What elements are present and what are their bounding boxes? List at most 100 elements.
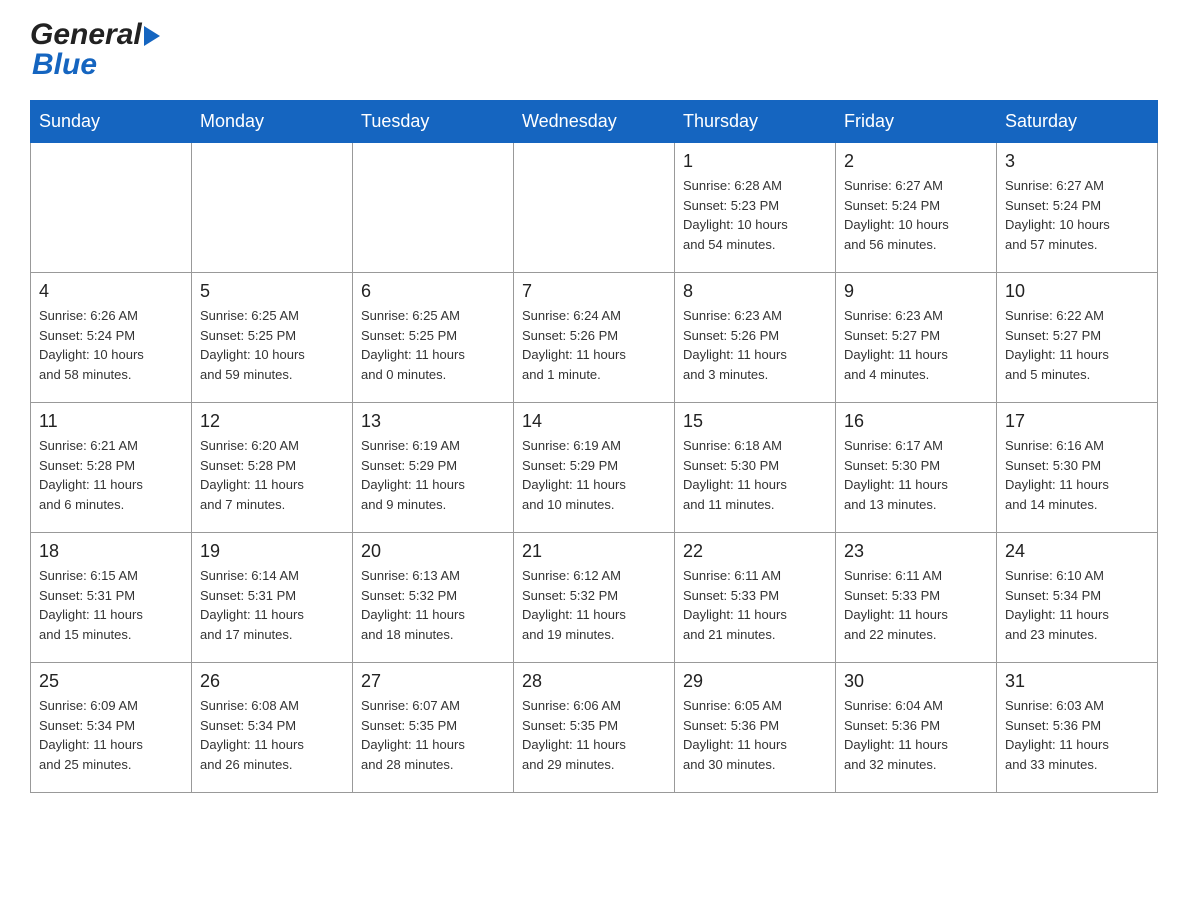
day-info: Sunrise: 6:23 AM Sunset: 5:27 PM Dayligh… — [844, 306, 988, 384]
day-info: Sunrise: 6:27 AM Sunset: 5:24 PM Dayligh… — [844, 176, 988, 254]
calendar-week-row: 11 Sunrise: 6:21 AM Sunset: 5:28 PM Dayli… — [31, 403, 1158, 533]
day-number: 18 — [39, 541, 183, 562]
calendar-cell: 5 Sunrise: 6:25 AM Sunset: 5:25 PM Daylig… — [192, 273, 353, 403]
day-number: 4 — [39, 281, 183, 302]
day-info: Sunrise: 6:12 AM Sunset: 5:32 PM Dayligh… — [522, 566, 666, 644]
day-number: 7 — [522, 281, 666, 302]
calendar-cell: 11 Sunrise: 6:21 AM Sunset: 5:28 PM Dayli… — [31, 403, 192, 533]
logo-blue-text: Blue — [32, 50, 160, 80]
day-number: 19 — [200, 541, 344, 562]
day-number: 16 — [844, 411, 988, 432]
column-header-wednesday: Wednesday — [514, 101, 675, 143]
day-info: Sunrise: 6:17 AM Sunset: 5:30 PM Dayligh… — [844, 436, 988, 514]
day-number: 31 — [1005, 671, 1149, 692]
day-info: Sunrise: 6:03 AM Sunset: 5:36 PM Dayligh… — [1005, 696, 1149, 774]
day-info: Sunrise: 6:28 AM Sunset: 5:23 PM Dayligh… — [683, 176, 827, 254]
day-number: 23 — [844, 541, 988, 562]
day-number: 13 — [361, 411, 505, 432]
day-info: Sunrise: 6:09 AM Sunset: 5:34 PM Dayligh… — [39, 696, 183, 774]
calendar-cell: 26 Sunrise: 6:08 AM Sunset: 5:34 PM Dayli… — [192, 663, 353, 793]
column-header-friday: Friday — [836, 101, 997, 143]
calendar-cell: 10 Sunrise: 6:22 AM Sunset: 5:27 PM Dayli… — [997, 273, 1158, 403]
calendar-cell: 29 Sunrise: 6:05 AM Sunset: 5:36 PM Dayli… — [675, 663, 836, 793]
day-info: Sunrise: 6:06 AM Sunset: 5:35 PM Dayligh… — [522, 696, 666, 774]
day-info: Sunrise: 6:15 AM Sunset: 5:31 PM Dayligh… — [39, 566, 183, 644]
calendar-cell — [192, 143, 353, 273]
day-info: Sunrise: 6:25 AM Sunset: 5:25 PM Dayligh… — [200, 306, 344, 384]
calendar-header-row: SundayMondayTuesdayWednesdayThursdayFrid… — [31, 101, 1158, 143]
day-info: Sunrise: 6:10 AM Sunset: 5:34 PM Dayligh… — [1005, 566, 1149, 644]
column-header-thursday: Thursday — [675, 101, 836, 143]
day-number: 14 — [522, 411, 666, 432]
calendar-cell: 20 Sunrise: 6:13 AM Sunset: 5:32 PM Dayli… — [353, 533, 514, 663]
calendar-cell: 16 Sunrise: 6:17 AM Sunset: 5:30 PM Dayli… — [836, 403, 997, 533]
day-number: 26 — [200, 671, 344, 692]
calendar-cell: 23 Sunrise: 6:11 AM Sunset: 5:33 PM Dayli… — [836, 533, 997, 663]
day-info: Sunrise: 6:08 AM Sunset: 5:34 PM Dayligh… — [200, 696, 344, 774]
column-header-tuesday: Tuesday — [353, 101, 514, 143]
day-info: Sunrise: 6:23 AM Sunset: 5:26 PM Dayligh… — [683, 306, 827, 384]
day-info: Sunrise: 6:24 AM Sunset: 5:26 PM Dayligh… — [522, 306, 666, 384]
day-info: Sunrise: 6:19 AM Sunset: 5:29 PM Dayligh… — [522, 436, 666, 514]
calendar-week-row: 18 Sunrise: 6:15 AM Sunset: 5:31 PM Dayli… — [31, 533, 1158, 663]
column-header-monday: Monday — [192, 101, 353, 143]
day-number: 9 — [844, 281, 988, 302]
day-number: 3 — [1005, 151, 1149, 172]
calendar-cell — [353, 143, 514, 273]
calendar-cell: 13 Sunrise: 6:19 AM Sunset: 5:29 PM Dayli… — [353, 403, 514, 533]
day-info: Sunrise: 6:27 AM Sunset: 5:24 PM Dayligh… — [1005, 176, 1149, 254]
calendar-cell: 31 Sunrise: 6:03 AM Sunset: 5:36 PM Dayli… — [997, 663, 1158, 793]
calendar-table: SundayMondayTuesdayWednesdayThursdayFrid… — [30, 100, 1158, 793]
day-info: Sunrise: 6:16 AM Sunset: 5:30 PM Dayligh… — [1005, 436, 1149, 514]
day-info: Sunrise: 6:11 AM Sunset: 5:33 PM Dayligh… — [683, 566, 827, 644]
calendar-cell: 4 Sunrise: 6:26 AM Sunset: 5:24 PM Daylig… — [31, 273, 192, 403]
calendar-cell: 19 Sunrise: 6:14 AM Sunset: 5:31 PM Dayli… — [192, 533, 353, 663]
day-info: Sunrise: 6:26 AM Sunset: 5:24 PM Dayligh… — [39, 306, 183, 384]
calendar-cell: 27 Sunrise: 6:07 AM Sunset: 5:35 PM Dayli… — [353, 663, 514, 793]
page-header: General Blue — [30, 20, 1158, 80]
calendar-cell: 30 Sunrise: 6:04 AM Sunset: 5:36 PM Dayli… — [836, 663, 997, 793]
day-info: Sunrise: 6:21 AM Sunset: 5:28 PM Dayligh… — [39, 436, 183, 514]
day-number: 1 — [683, 151, 827, 172]
calendar-cell — [31, 143, 192, 273]
day-number: 10 — [1005, 281, 1149, 302]
calendar-cell: 17 Sunrise: 6:16 AM Sunset: 5:30 PM Dayli… — [997, 403, 1158, 533]
logo-arrow-icon — [144, 26, 160, 46]
day-number: 21 — [522, 541, 666, 562]
calendar-cell: 28 Sunrise: 6:06 AM Sunset: 5:35 PM Dayli… — [514, 663, 675, 793]
day-info: Sunrise: 6:19 AM Sunset: 5:29 PM Dayligh… — [361, 436, 505, 514]
day-number: 5 — [200, 281, 344, 302]
day-number: 11 — [39, 411, 183, 432]
day-info: Sunrise: 6:11 AM Sunset: 5:33 PM Dayligh… — [844, 566, 988, 644]
calendar-cell: 22 Sunrise: 6:11 AM Sunset: 5:33 PM Dayli… — [675, 533, 836, 663]
day-info: Sunrise: 6:04 AM Sunset: 5:36 PM Dayligh… — [844, 696, 988, 774]
day-number: 29 — [683, 671, 827, 692]
day-number: 20 — [361, 541, 505, 562]
calendar-cell: 1 Sunrise: 6:28 AM Sunset: 5:23 PM Daylig… — [675, 143, 836, 273]
calendar-week-row: 25 Sunrise: 6:09 AM Sunset: 5:34 PM Dayli… — [31, 663, 1158, 793]
day-number: 25 — [39, 671, 183, 692]
calendar-cell: 25 Sunrise: 6:09 AM Sunset: 5:34 PM Dayli… — [31, 663, 192, 793]
calendar-cell: 24 Sunrise: 6:10 AM Sunset: 5:34 PM Dayli… — [997, 533, 1158, 663]
day-info: Sunrise: 6:22 AM Sunset: 5:27 PM Dayligh… — [1005, 306, 1149, 384]
day-info: Sunrise: 6:05 AM Sunset: 5:36 PM Dayligh… — [683, 696, 827, 774]
calendar-cell: 14 Sunrise: 6:19 AM Sunset: 5:29 PM Dayli… — [514, 403, 675, 533]
day-number: 28 — [522, 671, 666, 692]
calendar-cell: 6Sunrise: 6:25 AM Sunset: 5:25 PM Daylig… — [353, 273, 514, 403]
day-info: Sunrise: 6:13 AM Sunset: 5:32 PM Dayligh… — [361, 566, 505, 644]
day-number: 24 — [1005, 541, 1149, 562]
day-number: 22 — [683, 541, 827, 562]
day-info: Sunrise: 6:14 AM Sunset: 5:31 PM Dayligh… — [200, 566, 344, 644]
day-info: Sunrise: 6:25 AM Sunset: 5:25 PM Dayligh… — [361, 306, 505, 384]
day-number: 8 — [683, 281, 827, 302]
day-number: 2 — [844, 151, 988, 172]
day-number: 27 — [361, 671, 505, 692]
logo-general-text: General — [30, 20, 142, 50]
calendar-cell: 2 Sunrise: 6:27 AM Sunset: 5:24 PM Daylig… — [836, 143, 997, 273]
day-info: Sunrise: 6:20 AM Sunset: 5:28 PM Dayligh… — [200, 436, 344, 514]
day-number: 30 — [844, 671, 988, 692]
day-number: 17 — [1005, 411, 1149, 432]
calendar-cell: 3 Sunrise: 6:27 AM Sunset: 5:24 PM Daylig… — [997, 143, 1158, 273]
calendar-cell: 18 Sunrise: 6:15 AM Sunset: 5:31 PM Dayli… — [31, 533, 192, 663]
day-info: Sunrise: 6:07 AM Sunset: 5:35 PM Dayligh… — [361, 696, 505, 774]
